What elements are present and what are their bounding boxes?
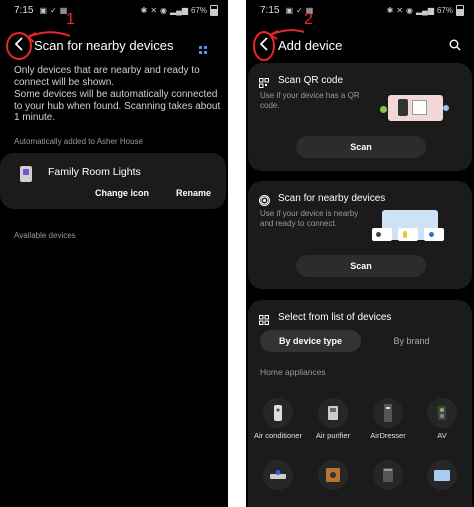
available-devices-label: Available devices xyxy=(14,231,76,240)
mute-icon: ✕ xyxy=(150,5,158,15)
status-time: 7:15 xyxy=(14,4,34,16)
qr-card-title: Scan QR code xyxy=(278,75,344,86)
scan-qr-button[interactable]: Scan xyxy=(296,136,426,158)
qr-illustration xyxy=(380,91,450,121)
cooktop-icon xyxy=(318,460,348,490)
scan-qr-card: Scan QR code Use if your device has a QR… xyxy=(248,63,472,171)
bluray-player-icon xyxy=(263,460,293,490)
notification-icon: ▣ xyxy=(39,5,48,15)
left-screen: 7:15 ▣ ✓ ▦ ✱ ✕ ◉ ▂▄▆ 67% 1 Scan for near… xyxy=(0,0,228,507)
airdresser-icon xyxy=(373,398,403,428)
nearby-card-title: Scan for nearby devices xyxy=(278,193,386,204)
scan-nearby-button[interactable]: Scan xyxy=(296,255,426,277)
status-bar: 7:15 ▣ ✓ ▦ ✱ ✕ ◉ ▂▄▆ 67% xyxy=(260,4,464,16)
appliance-dishwasher[interactable] xyxy=(362,460,414,490)
change-icon-button[interactable]: Change icon xyxy=(95,188,149,198)
signal-icon: ▂▄▆ xyxy=(170,5,188,15)
annotation-number: 1 xyxy=(66,11,75,28)
nearby-illustration xyxy=(370,210,446,244)
mute-icon: ✕ xyxy=(396,5,404,15)
grid-icon[interactable] xyxy=(199,41,207,54)
list-card-title: Select from list of devices xyxy=(278,312,392,323)
appliance-airdresser[interactable]: AirDresser xyxy=(362,398,414,440)
appliance-label: Air purifier xyxy=(315,431,351,440)
annotation-number: 2 xyxy=(304,11,313,28)
rename-button[interactable]: Rename xyxy=(176,188,211,198)
battery-icon xyxy=(210,4,218,16)
appliance-av[interactable]: AV xyxy=(416,398,468,440)
device-list-card: Select from list of devices By device ty… xyxy=(248,300,472,507)
appliance-bluray[interactable] xyxy=(252,460,304,490)
grid-list-icon xyxy=(259,312,269,330)
display-icon xyxy=(427,460,457,490)
device-card[interactable]: Family Room Lights Change icon Rename xyxy=(0,153,226,209)
scan-note: Some devices will be automatically conne… xyxy=(14,89,221,123)
device-name: Family Room Lights xyxy=(48,166,141,178)
page-title: Scan for nearby devices xyxy=(34,38,174,53)
bluetooth-icon: ✱ xyxy=(140,5,148,15)
status-right: ✱ ✕ ◉ ▂▄▆ 67% xyxy=(386,4,464,16)
dishwasher-icon xyxy=(373,460,403,490)
right-screen: 7:15 ▣ ✓ ▦ ✱ ✕ ◉ ▂▄▆ 67% 2 Add device Sc… xyxy=(246,0,474,507)
notification-icon: ✓ xyxy=(50,5,57,15)
air-conditioner-icon xyxy=(263,398,293,428)
status-right: ✱ ✕ ◉ ▂▄▆ 67% xyxy=(140,4,218,16)
appliance-display[interactable] xyxy=(416,460,468,490)
appliance-label: Air conditioner xyxy=(254,431,302,440)
status-bar: 7:15 ▣ ✓ ▦ ✱ ✕ ◉ ▂▄▆ 67% xyxy=(14,4,218,16)
tab-by-brand[interactable]: By brand xyxy=(361,330,462,352)
auto-added-label: Automatically added to Asher House xyxy=(14,137,143,146)
location-icon: ◉ xyxy=(160,5,167,15)
notification-icon: ✓ xyxy=(296,5,303,15)
appliance-air-conditioner[interactable]: Air conditioner xyxy=(252,398,304,440)
notification-icons: ▣ ✓ ▦ xyxy=(39,6,67,15)
page-title: Add device xyxy=(278,38,343,53)
battery-icon xyxy=(456,4,464,16)
av-speaker-icon xyxy=(427,398,457,428)
status-time: 7:15 xyxy=(260,4,280,16)
air-purifier-icon xyxy=(318,398,348,428)
light-device-icon xyxy=(20,166,32,182)
battery-percent: 67% xyxy=(436,5,453,15)
scan-nearby-card: Scan for nearby devices Use if your devi… xyxy=(248,181,472,289)
home-appliances-label: Home appliances xyxy=(260,367,326,377)
search-icon[interactable] xyxy=(449,38,461,56)
qr-card-desc: Use if your device has a QR code. xyxy=(260,91,360,110)
bluetooth-icon: ✱ xyxy=(386,5,394,15)
appliance-label: AirDresser xyxy=(370,431,406,440)
appliance-cooktop[interactable] xyxy=(307,460,359,490)
notification-icon: ▣ xyxy=(285,5,294,15)
battery-percent: 67% xyxy=(190,5,207,15)
appliance-air-purifier[interactable]: Air purifier xyxy=(307,398,359,440)
nearby-card-desc: Use if your device is nearby and ready t… xyxy=(260,209,359,228)
tab-by-device-type[interactable]: By device type xyxy=(260,330,361,352)
appliance-label: AV xyxy=(437,431,447,440)
location-icon: ◉ xyxy=(406,5,413,15)
signal-icon: ▂▄▆ xyxy=(416,5,434,15)
intro-text: Only devices that are nearby and ready t… xyxy=(14,65,200,88)
